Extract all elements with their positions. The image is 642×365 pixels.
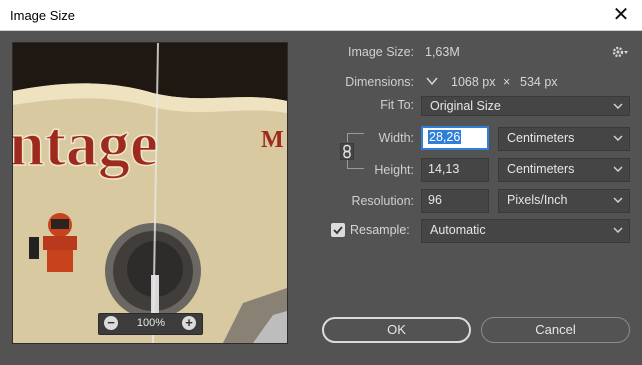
image-preview[interactable]: ntage M − 100% + xyxy=(12,42,288,344)
resolution-unit-select[interactable]: Pixels/Inch xyxy=(498,189,630,213)
zoom-out-button[interactable]: − xyxy=(104,316,118,330)
fit-to-label: Fit To: xyxy=(380,98,414,112)
gear-icon[interactable] xyxy=(611,44,629,60)
width-unit-select[interactable]: Centimeters xyxy=(498,127,630,151)
resample-checkbox[interactable] xyxy=(331,223,345,237)
chevron-down-icon xyxy=(613,135,623,141)
resolution-unit: Pixels/Inch xyxy=(507,193,568,207)
height-unit-select[interactable]: Centimeters xyxy=(498,158,630,182)
height-value: 14,13 xyxy=(428,162,460,176)
chevron-down-icon xyxy=(613,197,623,203)
height-unit: Centimeters xyxy=(507,162,575,176)
title-bar: Image Size ✕ xyxy=(0,0,642,31)
dimensions-label: Dimensions: xyxy=(345,75,414,89)
window-title: Image Size xyxy=(10,8,76,23)
preview-artwork: ntage M xyxy=(13,43,287,343)
zoom-control: − 100% + xyxy=(98,313,203,335)
artwork-text-small: M xyxy=(261,127,284,153)
cancel-button[interactable]: Cancel xyxy=(481,317,630,343)
chevron-down-icon xyxy=(613,166,623,172)
resolution-value: 96 xyxy=(428,193,442,207)
check-icon xyxy=(333,226,343,235)
resolution-input[interactable]: 96 xyxy=(421,189,489,213)
resample-value: Automatic xyxy=(430,223,486,237)
close-icon[interactable]: ✕ xyxy=(608,2,634,28)
chevron-down-icon xyxy=(613,227,623,233)
chevron-down-icon xyxy=(613,103,623,109)
zoom-in-button[interactable]: + xyxy=(182,316,196,330)
width-input[interactable]: 28,26 xyxy=(421,126,489,150)
dimensions-times: × xyxy=(503,75,511,89)
width-label: Width: xyxy=(378,131,414,145)
zoom-level: 100% xyxy=(136,317,166,329)
image-size-value: 1,63M xyxy=(425,45,460,59)
image-size-label: Image Size: xyxy=(347,45,414,59)
dimensions-width: 1068 px xyxy=(451,75,496,89)
ok-button[interactable]: OK xyxy=(322,317,471,343)
resolution-label: Resolution: xyxy=(351,194,414,208)
fit-to-select[interactable]: Original Size xyxy=(421,96,630,116)
link-icon[interactable] xyxy=(340,143,354,160)
fit-to-value: Original Size xyxy=(430,99,501,113)
dimensions-chevron-icon[interactable] xyxy=(426,75,438,87)
width-value: 28,26 xyxy=(428,130,462,144)
width-unit: Centimeters xyxy=(507,131,575,145)
height-label: Height: xyxy=(374,163,414,177)
dimensions-height: 534 px xyxy=(520,75,558,89)
resample-label: Resample: xyxy=(350,223,410,237)
artwork-text: ntage xyxy=(13,108,158,179)
resample-select[interactable]: Automatic xyxy=(421,219,630,243)
height-input[interactable]: 14,13 xyxy=(421,158,489,182)
